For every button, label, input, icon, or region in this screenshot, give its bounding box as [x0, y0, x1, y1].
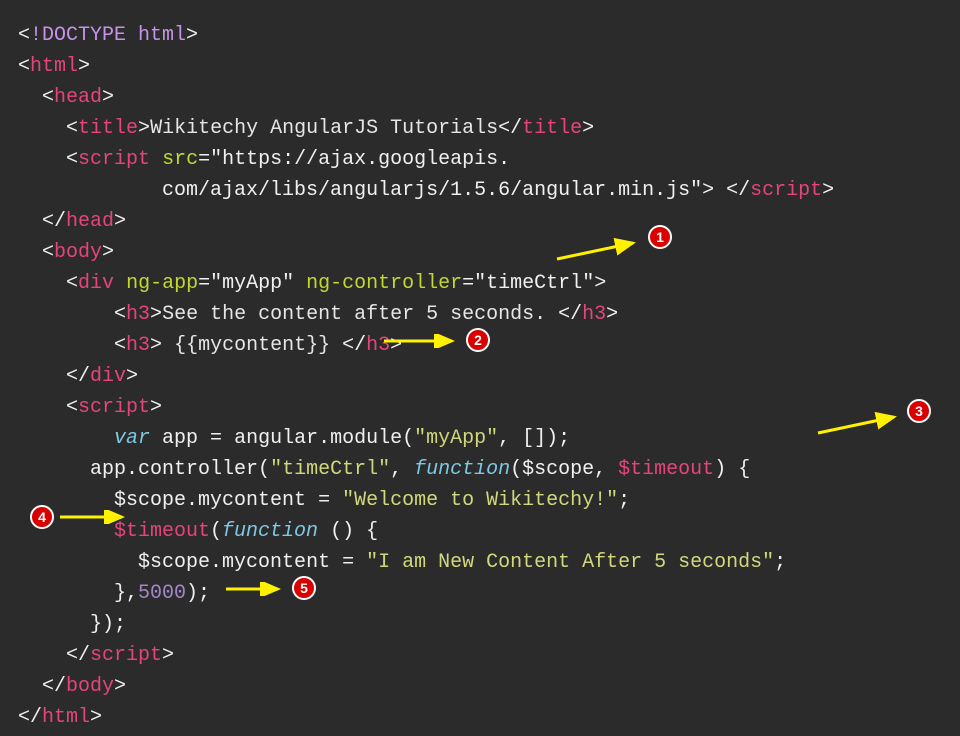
line-16: $scope.mycontent = "Welcome to Wikitechy…: [18, 489, 630, 512]
badge-4: 4: [30, 505, 54, 529]
line-11: <h3> {{mycontent}} </h3>: [18, 334, 402, 357]
line-7: </head>: [18, 210, 126, 233]
line-14: var app = angular.module("myApp", []);: [18, 427, 570, 450]
code-block: <!DOCTYPE html> <html> <head> <title>Wik…: [18, 20, 942, 733]
line-1: <!DOCTYPE html>: [18, 24, 198, 47]
line-5: <script src="https://ajax.googleapis.: [18, 148, 510, 171]
badge-1: 1: [648, 225, 672, 249]
line-4: <title>Wikitechy AngularJS Tutorials</ti…: [18, 117, 594, 140]
badge-5: 5: [292, 576, 316, 600]
line-20: });: [18, 613, 126, 636]
line-2: <html>: [18, 55, 90, 78]
line-15: app.controller("timeCtrl", function($sco…: [18, 458, 750, 481]
line-23: </html>: [18, 706, 102, 729]
line-12: </div>: [18, 365, 138, 388]
line-9: <div ng-app="myApp" ng-controller="timeC…: [18, 272, 606, 295]
badge-3: 3: [907, 399, 931, 423]
line-13: <script>: [18, 396, 162, 419]
line-19: },5000);: [18, 582, 210, 605]
line-17: $timeout(function () {: [18, 520, 378, 543]
line-8: <body>: [18, 241, 114, 264]
line-3: <head>: [18, 86, 114, 109]
badge-2: 2: [466, 328, 490, 352]
line-21: </script>: [18, 644, 174, 667]
line-18: $scope.mycontent = "I am New Content Aft…: [18, 551, 786, 574]
line-6: com/ajax/libs/angularjs/1.5.6/angular.mi…: [18, 179, 834, 202]
line-22: </body>: [18, 675, 126, 698]
line-10: <h3>See the content after 5 seconds. </h…: [18, 303, 618, 326]
